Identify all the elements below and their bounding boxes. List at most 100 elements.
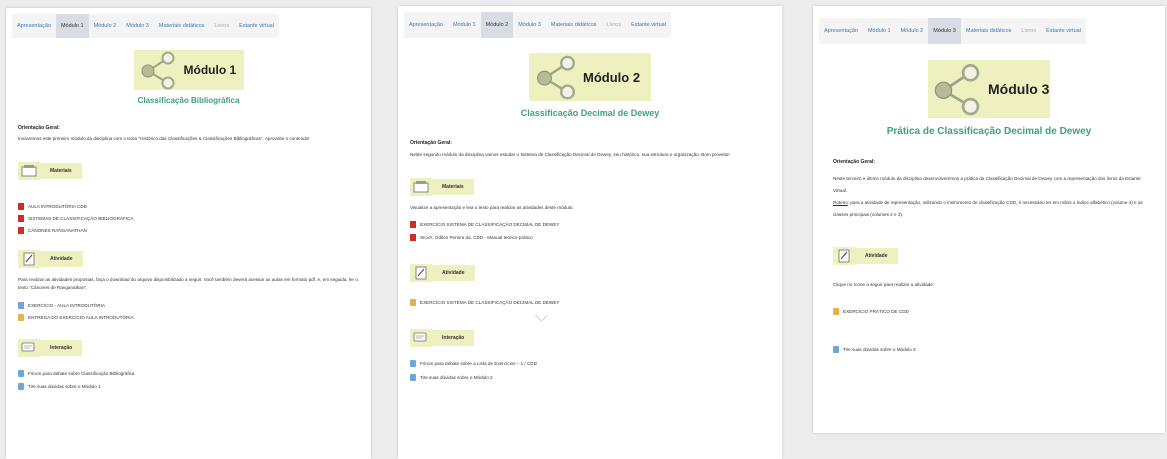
material-label: EXERCÍCIO SISTEMA DE CLASSIFICAÇÃO DECIM…	[420, 221, 560, 227]
module-2-page: Apresentação Módulo 1 Módulo 2 Módulo 3 …	[398, 6, 782, 459]
tab-modulo-3[interactable]: Módulo 3	[513, 12, 546, 38]
assignment-icon	[18, 313, 24, 321]
material-label: AULA INTRODUTÓRIA CDD	[28, 203, 87, 209]
materiais-label: Materiais	[432, 179, 474, 196]
module-subtitle: Classificação Bibliográfica	[137, 96, 240, 105]
share-network-icon	[537, 55, 575, 100]
pdf-icon	[18, 214, 24, 222]
forum-link-duvidas[interactable]: Tire suas dúvidas sobre o Módulo 3	[833, 342, 1145, 356]
forum-label: Fórum para debate sobre a Lista de Exerc…	[420, 361, 537, 367]
module-title: Módulo 3	[988, 81, 1050, 97]
tab-materiais-didaticos[interactable]: Materiais didáticos	[546, 12, 602, 38]
orientacao-label: Orientação Geral:	[833, 159, 875, 165]
assignment-icon	[410, 298, 416, 306]
pdf-icon	[410, 220, 416, 228]
tab-modulo-2[interactable]: Módulo 2	[896, 18, 929, 44]
activity-label: EXERCÍCIO SISTEMA DE CLASSIFICAÇÃO DECIM…	[420, 299, 560, 305]
atividade-label: Atividade	[432, 264, 475, 281]
module-header: Módulo 3	[928, 60, 1050, 118]
orientacao-text-1: Neste terceiro e último módulo da discip…	[833, 176, 1141, 193]
tab-estante-virtual[interactable]: Estante virtual	[234, 14, 279, 38]
module-title: Módulo 1	[183, 63, 237, 77]
interacao-label: Interação	[432, 329, 475, 346]
orientacao-label: Orientação Geral:	[18, 125, 60, 131]
tab-modulo-3[interactable]: Módulo 3	[928, 18, 961, 44]
materiais-section-header: Materiais	[410, 178, 770, 197]
tab-bar: Apresentação Módulo 1 Módulo 2 Módulo 3 …	[404, 12, 671, 38]
module-title: Módulo 2	[583, 69, 641, 85]
tab-modulo-3[interactable]: Módulo 3	[121, 14, 154, 38]
forum-link-duvidas[interactable]: Tire suas dúvidas sobre o Módulo 2	[410, 371, 770, 385]
roteiro-label: Roteiro	[833, 199, 848, 205]
tab-modulo-1[interactable]: Módulo 1	[863, 18, 896, 44]
pdf-icon	[18, 226, 24, 234]
roteiro-text: : para a atividade de representação, uti…	[833, 199, 1143, 217]
tab-materiais-didaticos[interactable]: Materiais didáticos	[154, 14, 210, 38]
materiais-label: Materiais	[40, 163, 82, 180]
material-link-exercicio[interactable]: EXERCÍCIO SISTEMA DE CLASSIFICAÇÃO DECIM…	[410, 218, 770, 231]
interacao-label: Interação	[40, 340, 83, 357]
activity-label: EXERCÍCIO PRÁTICO DE CDD	[843, 308, 909, 314]
module-3-page: Apresentação Módulo 1 Módulo 2 Módulo 3 …	[813, 6, 1165, 433]
activity-label: EXERCÍCIO - AULA INTRODUTÓRIA	[28, 302, 106, 308]
material-link-sistemas[interactable]: SISTEMAS DE CLASSIFICAÇÃO BIBLIOGRÁFICA	[18, 212, 359, 224]
orientacao-label: Orientação Geral:	[410, 140, 452, 146]
material-link-manual[interactable]: SILVA, Odilon Pereira da. CDD - Manual t…	[410, 231, 770, 244]
pdf-icon	[410, 233, 416, 241]
module-1-page: Apresentação Módulo 1 Módulo 2 Módulo 3 …	[6, 8, 371, 459]
tab-modulo-2[interactable]: Módulo 2	[480, 12, 514, 38]
tab-modulo-1[interactable]: Módulo 1	[448, 12, 481, 38]
atividade-label: Atividade	[40, 251, 83, 268]
atividade-label: Atividade	[855, 247, 898, 264]
forum-link-debate[interactable]: Fórum para debate sobre Classificação Bi…	[18, 367, 359, 380]
module-subtitle: Classificação Decimal de Dewey	[520, 108, 660, 118]
tab-apresentacao[interactable]: Apresentação	[12, 14, 56, 38]
module-header: Módulo 2	[529, 53, 651, 101]
material-link-canones[interactable]: CÂNONES RANGANATHAN	[18, 224, 359, 236]
forum-icon	[18, 383, 24, 391]
share-network-icon	[141, 51, 174, 90]
forum-label: Tire suas dúvidas sobre o Módulo 3	[843, 346, 916, 352]
forum-icon	[18, 370, 24, 378]
activity-link-exercicio-pratico[interactable]: EXERCÍCIO PRÁTICO DE CDD	[833, 304, 1145, 318]
activity-label: ENTREGA DO EXERCÍCIO AULA INTRODUTÓRIA	[28, 314, 134, 320]
chat-icon	[410, 328, 432, 347]
tab-bar: Apresentação Módulo 1 Módulo 2 Módulo 3 …	[12, 14, 279, 38]
tab-livros[interactable]: Livros	[601, 12, 626, 38]
atividade-section-header: Atividade	[410, 263, 770, 282]
forum-link-exercicios[interactable]: Fórum para debate sobre a Lista de Exerc…	[410, 357, 770, 371]
tab-livros[interactable]: Livros	[209, 14, 234, 38]
module-subtitle: Prática de Classificação Decimal de Dewe…	[886, 126, 1092, 137]
forum-link-duvidas[interactable]: Tire suas dúvidas sobre o Módulo 1	[18, 380, 359, 393]
atividade-text: Para realizar as atividades propostas, f…	[18, 277, 358, 290]
tab-estante-virtual[interactable]: Estante virtual	[626, 12, 671, 38]
tab-apresentacao[interactable]: Apresentação	[819, 18, 863, 44]
activity-link-exercicio[interactable]: EXERCÍCIO - AULA INTRODUTÓRIA	[18, 299, 359, 311]
forum-icon	[410, 360, 416, 368]
tab-modulo-2[interactable]: Módulo 2	[89, 14, 122, 38]
atividade-section-header: Atividade	[833, 246, 1145, 265]
tab-modulo-1[interactable]: Módulo 1	[55, 14, 89, 38]
orientacao-text: Neste segundo módulo da disciplina vamos…	[410, 152, 730, 157]
forum-label: Tire suas dúvidas sobre o Módulo 1	[28, 384, 101, 390]
tab-livros[interactable]: Livros	[1016, 18, 1041, 44]
material-label: SISTEMAS DE CLASSIFICAÇÃO BIBLIOGRÁFICA	[28, 215, 134, 221]
material-link-aula-introdutoria[interactable]: AULA INTRODUTÓRIA CDD	[18, 200, 359, 212]
tab-apresentacao[interactable]: Apresentação	[404, 12, 448, 38]
tab-materiais-didaticos[interactable]: Materiais didáticos	[961, 18, 1017, 44]
materiais-text: Visualize a apresentação e leia o texto …	[410, 205, 574, 211]
interacao-section-header: Interação	[18, 339, 359, 358]
material-label: SILVA, Odilon Pereira da. CDD - Manual t…	[420, 234, 533, 240]
activity-link-entrega[interactable]: ENTREGA DO EXERCÍCIO AULA INTRODUTÓRIA	[18, 311, 359, 323]
orientacao-text: Iniciaremos este primeiro módulo da disc…	[18, 136, 310, 141]
materiais-section-header: Materiais	[18, 162, 359, 181]
forum-label: Tire suas dúvidas sobre o Módulo 2	[420, 375, 493, 381]
materials-icon	[410, 178, 432, 197]
activity-icon	[833, 246, 855, 265]
atividade-section-header: Atividade	[18, 250, 359, 269]
share-network-icon	[934, 64, 980, 116]
chat-icon	[18, 339, 40, 358]
activity-link-exercicio[interactable]: EXERCÍCIO SISTEMA DE CLASSIFICAÇÃO DECIM…	[410, 296, 770, 309]
tab-bar: Apresentação Módulo 1 Módulo 2 Módulo 3 …	[819, 18, 1086, 44]
tab-estante-virtual[interactable]: Estante virtual	[1041, 18, 1086, 44]
